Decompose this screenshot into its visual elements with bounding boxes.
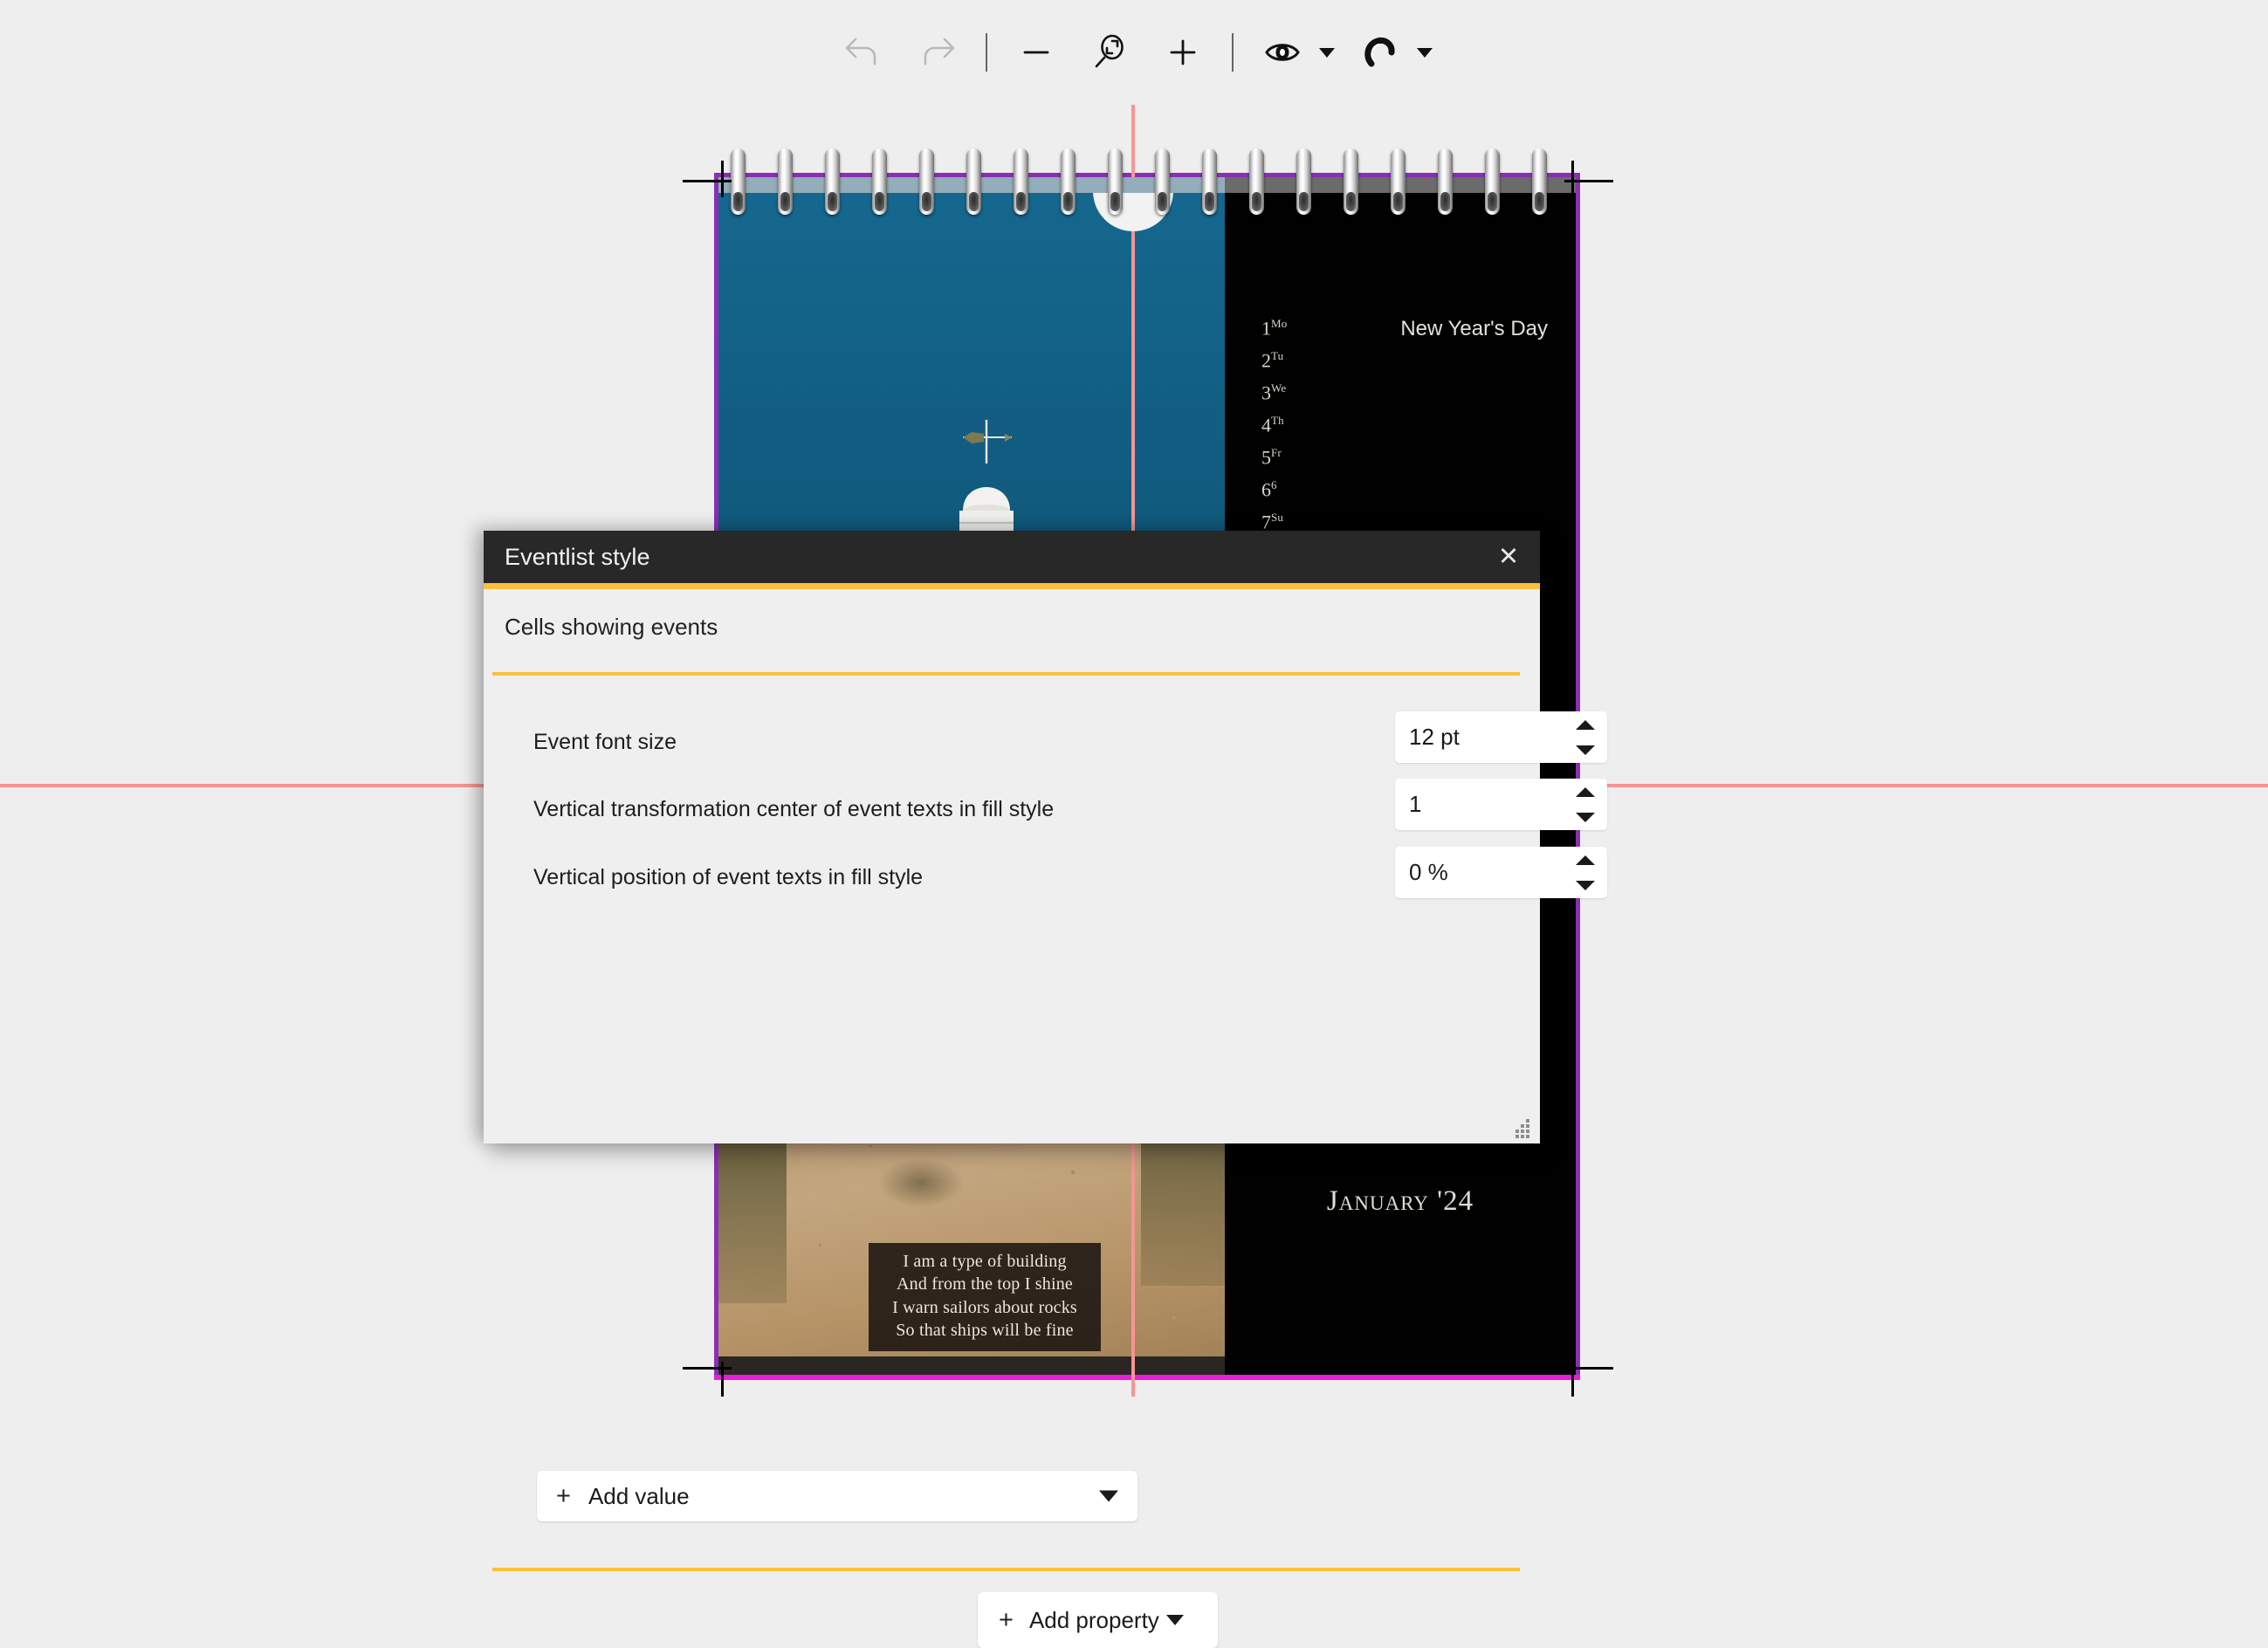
property-value[interactable]: 12 pt bbox=[1409, 711, 1460, 763]
dialog-accent-bar bbox=[484, 583, 1540, 589]
property-value[interactable]: 0 % bbox=[1409, 847, 1448, 898]
crop-mark-bl-v bbox=[721, 1362, 724, 1397]
eye-icon bbox=[1264, 39, 1301, 65]
section-header: Cells showing events bbox=[505, 614, 718, 640]
eventlist-row[interactable]: 3We bbox=[1225, 381, 1576, 415]
eventlist-date: 1Mo bbox=[1261, 317, 1288, 340]
crop-mark-tl-v bbox=[721, 161, 724, 197]
dialog-title: Eventlist style bbox=[505, 543, 650, 570]
resize-grip[interactable] bbox=[1514, 1117, 1533, 1138]
eventlist-date: 4Th bbox=[1261, 414, 1284, 436]
poem-line: I warn sailors about rocks bbox=[892, 1297, 1077, 1317]
toolbar-divider-1 bbox=[986, 33, 987, 72]
grip-dot bbox=[1515, 1135, 1519, 1138]
poem-line: I am a type of building bbox=[903, 1252, 1067, 1271]
page-bleed-border-bottom bbox=[714, 1375, 1580, 1380]
add-value-label: Add value bbox=[588, 1482, 690, 1509]
photo-bottom-band bbox=[718, 1356, 1225, 1376]
dialog-titlebar[interactable]: Eventlist style ✕ bbox=[484, 531, 1540, 583]
close-icon[interactable]: ✕ bbox=[1489, 539, 1528, 574]
chevron-down-icon bbox=[1319, 47, 1335, 58]
undo-button[interactable] bbox=[835, 24, 891, 80]
grip-dot bbox=[1521, 1124, 1524, 1128]
magnet-icon bbox=[1363, 35, 1398, 70]
property-row: Vertical transformation center of event … bbox=[484, 779, 1607, 831]
spinner-arrows[interactable] bbox=[1576, 787, 1595, 822]
crop-mark-br-v bbox=[1571, 1362, 1574, 1397]
eventlist-style-dialog[interactable]: Eventlist style ✕ Cells showing events E… bbox=[484, 531, 1607, 1648]
redo-icon bbox=[917, 36, 957, 69]
property-value[interactable]: 1 bbox=[1409, 779, 1421, 830]
grip-dot bbox=[1521, 1130, 1524, 1133]
grip-dot bbox=[1521, 1135, 1524, 1138]
snapping-dropdown-button[interactable] bbox=[1413, 24, 1436, 80]
spinner-up-icon[interactable] bbox=[1576, 787, 1595, 797]
crop-mark-tl-h bbox=[683, 180, 732, 182]
zoom-in-button[interactable] bbox=[1155, 24, 1211, 80]
crop-mark-bl-h bbox=[683, 1367, 732, 1370]
chevron-down-icon bbox=[1165, 1615, 1184, 1625]
eventlist-row[interactable]: 2Tu bbox=[1225, 349, 1576, 382]
spinner-up-icon[interactable] bbox=[1576, 855, 1595, 865]
eventlist-event-text: New Year's Day bbox=[1400, 317, 1548, 340]
zoom-in-icon bbox=[1168, 38, 1198, 67]
spinner-down-icon[interactable] bbox=[1576, 813, 1595, 822]
spinner-up-icon[interactable] bbox=[1576, 720, 1595, 730]
plus-icon: + bbox=[999, 1605, 1014, 1634]
spinner-arrows[interactable] bbox=[1576, 720, 1595, 755]
poem-line: And from the top I shine bbox=[897, 1274, 1073, 1294]
property-label: Vertical position of event texts in fill… bbox=[533, 865, 924, 889]
plus-icon: + bbox=[556, 1481, 571, 1510]
add-property-button[interactable]: + Add property bbox=[978, 1592, 1218, 1648]
visibility-dropdown-button[interactable] bbox=[1316, 24, 1338, 80]
binder-strip-photo-side bbox=[718, 177, 1225, 193]
poem-textbox[interactable]: I am a type of building And from the top… bbox=[869, 1243, 1101, 1351]
dialog-footer-divider bbox=[492, 1568, 1520, 1571]
eventlist-row[interactable]: 4Th bbox=[1225, 414, 1576, 447]
binder-strip-eventlist-side bbox=[1225, 177, 1576, 193]
snapping-button[interactable] bbox=[1352, 24, 1408, 80]
dialog-body: Cells showing events Event font size 12 p… bbox=[484, 589, 1607, 1521]
zoom-out-button[interactable] bbox=[1008, 24, 1064, 80]
property-row: Vertical position of event texts in fill… bbox=[484, 847, 1607, 899]
zoom-out-icon bbox=[1021, 38, 1051, 67]
grip-dot bbox=[1526, 1130, 1529, 1133]
crop-mark-tr-v bbox=[1571, 161, 1574, 197]
visibility-button[interactable] bbox=[1254, 24, 1310, 80]
grip-dot bbox=[1526, 1124, 1529, 1128]
poem-line: So that ships will be fine bbox=[896, 1321, 1074, 1341]
eventlist-row[interactable]: 5Fr bbox=[1225, 446, 1576, 479]
binder-strip bbox=[714, 177, 1580, 193]
add-property-label: Add property bbox=[1028, 1606, 1159, 1633]
chevron-down-icon bbox=[1417, 47, 1433, 58]
chevron-down-icon bbox=[1099, 1490, 1118, 1502]
property-label: Event font size bbox=[533, 730, 677, 754]
redo-button[interactable] bbox=[909, 24, 965, 80]
spinner-down-icon[interactable] bbox=[1576, 881, 1595, 890]
eventlist-date: 66 bbox=[1261, 478, 1277, 501]
toolbar bbox=[0, 0, 2268, 105]
grip-dot bbox=[1526, 1119, 1529, 1123]
spinner-arrows[interactable] bbox=[1576, 855, 1595, 890]
spinner-down-icon[interactable] bbox=[1576, 745, 1595, 755]
eventlist-date: 2Tu bbox=[1261, 349, 1284, 372]
month-label: January '24 bbox=[1326, 1185, 1474, 1217]
eventlist-date: 3We bbox=[1261, 381, 1287, 404]
page-border-right bbox=[1576, 173, 1580, 1380]
eventlist-row[interactable]: 66 bbox=[1225, 478, 1576, 512]
property-row: Event font size 12 pt bbox=[484, 711, 1607, 764]
eventlist-date: 5Fr bbox=[1261, 446, 1282, 469]
section-divider bbox=[492, 672, 1520, 676]
eventlist-row[interactable]: 1Mo New Year's Day bbox=[1225, 317, 1576, 350]
toolbar-divider-2 bbox=[1232, 33, 1234, 72]
zoom-fit-icon bbox=[1090, 33, 1129, 72]
zoom-fit-button[interactable] bbox=[1082, 24, 1137, 80]
undo-icon bbox=[843, 36, 883, 69]
property-label: Vertical transformation center of event … bbox=[533, 797, 1055, 821]
grip-dot bbox=[1515, 1130, 1519, 1133]
grip-dot bbox=[1526, 1135, 1529, 1138]
